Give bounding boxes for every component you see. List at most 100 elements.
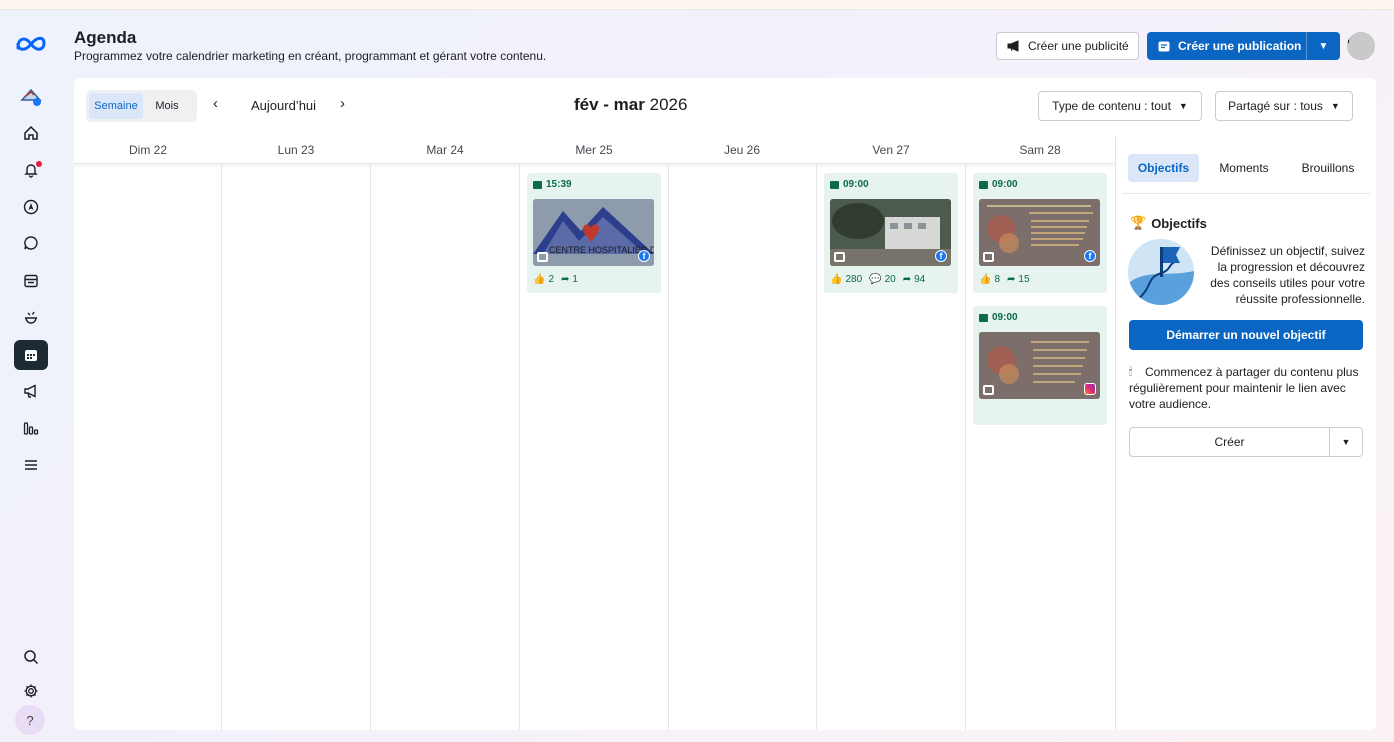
day-divider bbox=[668, 164, 669, 730]
post-stats: 👍 2 ➦ 1 bbox=[533, 274, 578, 285]
post-type-icon bbox=[979, 180, 988, 189]
share-icon: ➦ bbox=[561, 274, 570, 285]
create-ad-button[interactable]: Créer une publicité bbox=[996, 32, 1139, 60]
flyer-image bbox=[979, 199, 1100, 266]
like-icon: 👍 bbox=[533, 274, 546, 285]
chevron-down-icon: ▼ bbox=[1330, 101, 1340, 111]
planner-icon[interactable] bbox=[14, 302, 48, 332]
ads-megaphone-icon[interactable] bbox=[14, 376, 48, 406]
page-title: Agenda bbox=[74, 28, 137, 47]
likes-stat: 👍 2 bbox=[533, 274, 555, 285]
share-icon: ➦ bbox=[902, 274, 912, 285]
side-panel-divider bbox=[1115, 136, 1116, 730]
left-nav-rail bbox=[0, 10, 62, 742]
day-header: Sam 28 bbox=[1019, 143, 1061, 157]
day-header: Mar 24 bbox=[426, 143, 464, 157]
instagram-icon bbox=[1084, 383, 1096, 395]
create-post-label: Créer une publication bbox=[1178, 39, 1302, 53]
facebook-icon: f bbox=[1084, 250, 1096, 262]
help-label: ? bbox=[26, 712, 34, 728]
tab-objectifs[interactable]: Objectifs bbox=[1128, 154, 1199, 182]
post-type-icon bbox=[979, 313, 988, 322]
shares-stat: ➦ 15 bbox=[1007, 274, 1030, 285]
search-icon[interactable] bbox=[14, 642, 48, 672]
start-objective-button[interactable]: Démarrer un nouvel objectif bbox=[1129, 320, 1363, 350]
notification-dot bbox=[36, 161, 42, 167]
megaphone-icon bbox=[1007, 40, 1019, 52]
likes-stat: 👍 280 bbox=[830, 274, 863, 285]
view-month-button[interactable]: Mois bbox=[143, 93, 191, 119]
today-button[interactable]: Aujourd’hui bbox=[251, 98, 316, 113]
shared-on-label: Partagé sur : tous bbox=[1228, 99, 1323, 113]
gallery-icon bbox=[983, 252, 994, 262]
share-icon: ➦ bbox=[1007, 274, 1016, 285]
meta-logo-icon[interactable] bbox=[15, 34, 47, 54]
objectives-description: Définissez un objectif, suivez la progre… bbox=[1210, 244, 1365, 306]
chevron-right-icon[interactable]: › bbox=[340, 95, 345, 112]
tip-text: Commencez à partager du contenu plus rég… bbox=[1129, 365, 1359, 411]
content-type-filter[interactable]: Type de contenu : tout ▼ bbox=[1038, 91, 1202, 121]
scheduled-post-card[interactable]: 15:39 CENTRE HOSPITALIER DU PAYS D'APT f… bbox=[527, 173, 661, 293]
day-divider bbox=[965, 164, 966, 730]
chevron-down-icon: ▼ bbox=[1318, 40, 1329, 52]
like-icon: 👍 bbox=[979, 274, 992, 285]
facebook-icon: f bbox=[638, 250, 650, 262]
range-year: 2026 bbox=[649, 95, 688, 114]
content-icon[interactable] bbox=[14, 266, 48, 296]
content-type-label: Type de contenu : tout bbox=[1052, 99, 1171, 113]
create-objective-button[interactable]: Créer ▼ bbox=[1129, 427, 1363, 457]
days-header: Dim 22 Lun 23 Mar 24 Mer 25 Jeu 26 Ven 2… bbox=[74, 136, 1115, 164]
building-photo bbox=[830, 199, 951, 266]
day-header: Mer 25 bbox=[575, 143, 613, 157]
like-icon: 👍 bbox=[830, 274, 843, 285]
range-months: fév - mar bbox=[574, 95, 645, 114]
day-divider bbox=[370, 164, 371, 730]
create-post-main[interactable]: Créer une publication bbox=[1147, 32, 1306, 60]
calendar-icon[interactable] bbox=[14, 340, 48, 370]
create-post-button[interactable]: Créer une publication ▼ bbox=[1147, 32, 1340, 60]
post-stats: 👍 280 💬 20 ➦ 94 bbox=[830, 274, 925, 285]
gallery-icon bbox=[537, 252, 548, 262]
calendar-panel: Semaine Mois ‹ Aujourd’hui › fév - mar 2… bbox=[74, 78, 1376, 730]
post-thumbnail: f bbox=[830, 199, 951, 266]
scheduled-post-card[interactable]: 09:00 bbox=[973, 306, 1107, 425]
facebook-icon: f bbox=[935, 250, 947, 262]
day-header: Jeu 26 bbox=[723, 143, 761, 157]
explore-icon[interactable] bbox=[14, 192, 48, 222]
post-type-icon bbox=[533, 180, 542, 189]
day-header: Lun 23 bbox=[277, 143, 315, 157]
menu-icon[interactable] bbox=[14, 450, 48, 480]
side-panel-tabs: Objectifs Moments Brouillons bbox=[1122, 150, 1370, 194]
scheduled-post-card[interactable]: 09:00 f 👍 280 💬 20 ➦ 94 bbox=[824, 173, 958, 293]
shared-on-filter[interactable]: Partagé sur : tous ▼ bbox=[1215, 91, 1353, 121]
post-thumbnail bbox=[979, 332, 1100, 399]
help-button[interactable]: ? bbox=[15, 705, 45, 735]
messages-icon[interactable] bbox=[14, 228, 48, 258]
page-subtitle: Programmez votre calendrier marketing en… bbox=[74, 49, 547, 63]
chevron-left-icon[interactable]: ‹ bbox=[213, 95, 218, 112]
notifications-icon[interactable] bbox=[14, 155, 48, 185]
objectives-title: Objectifs bbox=[1151, 215, 1207, 231]
likes-stat: 👍 8 bbox=[979, 274, 1001, 285]
shares-stat: ➦ 1 bbox=[561, 274, 578, 285]
comments-stat: 💬 20 bbox=[869, 274, 896, 285]
tab-brouillons[interactable]: Brouillons bbox=[1288, 154, 1368, 182]
home-icon[interactable] bbox=[14, 118, 48, 148]
insights-icon[interactable] bbox=[14, 413, 48, 443]
hospital-logo-image: CENTRE HOSPITALIER DU PAYS D'APT bbox=[533, 199, 654, 266]
settings-gear-icon[interactable] bbox=[14, 676, 48, 706]
chevron-down-icon[interactable]: ▼ bbox=[1329, 428, 1362, 456]
post-icon bbox=[1158, 41, 1170, 51]
post-stats: 👍 8 ➦ 15 bbox=[979, 274, 1030, 285]
day-header: Dim 22 bbox=[128, 143, 167, 157]
shares-stat: ➦ 94 bbox=[902, 274, 926, 285]
tab-moments[interactable]: Moments bbox=[1208, 154, 1280, 182]
view-week-button[interactable]: Semaine bbox=[89, 93, 143, 119]
top-strip bbox=[0, 0, 1394, 10]
page-avatar-icon[interactable] bbox=[14, 82, 48, 112]
create-post-dropdown-button[interactable]: ▼ bbox=[1306, 32, 1340, 60]
gallery-icon bbox=[983, 385, 994, 395]
day-divider bbox=[519, 164, 520, 730]
day-divider bbox=[221, 164, 222, 730]
scheduled-post-card[interactable]: 09:00 f 👍 8 ➦ 15 bbox=[973, 173, 1107, 293]
